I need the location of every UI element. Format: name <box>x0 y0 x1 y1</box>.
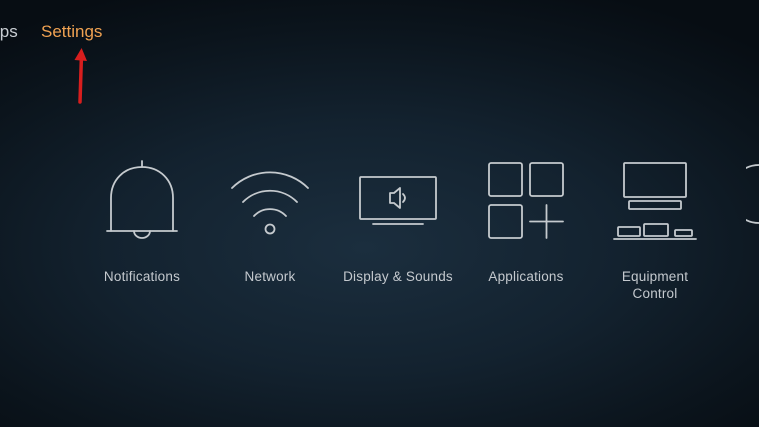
circle-icon <box>746 164 759 224</box>
annotation-arrow <box>74 48 87 104</box>
tile-label: Applications <box>488 269 564 284</box>
nav-apps[interactable]: Apps <box>0 22 18 42</box>
nav-settings[interactable]: Settings <box>41 22 102 42</box>
tile-label-line: Equipment <box>621 269 689 284</box>
next-tile-partial[interactable] <box>746 163 759 225</box>
applications-grid-icon <box>451 155 601 255</box>
tile-label: Equipment Control <box>580 268 730 302</box>
tile-label-line: Control <box>632 286 678 301</box>
equipment-control-icon <box>580 155 730 255</box>
